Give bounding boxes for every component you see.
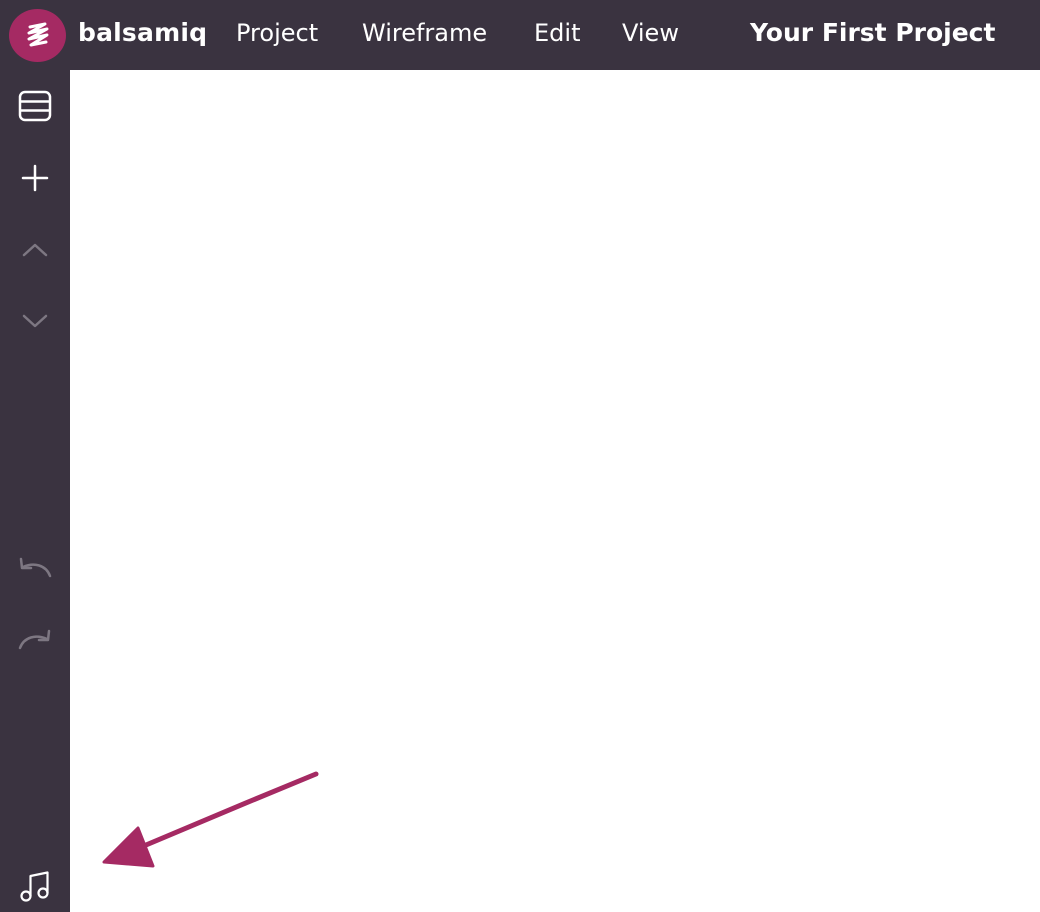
chevron-down-icon bbox=[22, 314, 48, 328]
menu-view[interactable]: View bbox=[622, 19, 679, 47]
left-toolbar bbox=[0, 70, 70, 912]
undo-button[interactable] bbox=[13, 546, 57, 590]
project-title[interactable]: Your First Project bbox=[750, 18, 995, 47]
balsamiq-logo-icon[interactable] bbox=[9, 9, 66, 62]
top-bar: balsamiq Project Wireframe Edit View You… bbox=[0, 0, 1040, 70]
logo-scribble-icon bbox=[27, 22, 48, 46]
wireframe-canvas[interactable] bbox=[70, 70, 1040, 912]
menu-wireframe[interactable]: Wireframe bbox=[362, 19, 487, 47]
add-wireframe-button[interactable] bbox=[13, 156, 57, 200]
music-note-icon bbox=[20, 871, 49, 902]
plus-icon bbox=[21, 164, 49, 192]
menu-edit[interactable]: Edit bbox=[534, 19, 580, 47]
redo-icon bbox=[18, 629, 51, 650]
redo-button[interactable] bbox=[13, 618, 57, 662]
music-button[interactable] bbox=[13, 864, 57, 908]
menu-project[interactable]: Project bbox=[236, 19, 318, 47]
undo-icon bbox=[19, 557, 52, 578]
wireframes-list-button[interactable] bbox=[13, 84, 57, 128]
move-up-button[interactable] bbox=[13, 228, 57, 272]
brand-name: balsamiq bbox=[78, 18, 208, 47]
move-down-button[interactable] bbox=[13, 299, 57, 343]
chevron-up-icon bbox=[22, 243, 48, 257]
wireframe-list-icon bbox=[18, 90, 52, 122]
